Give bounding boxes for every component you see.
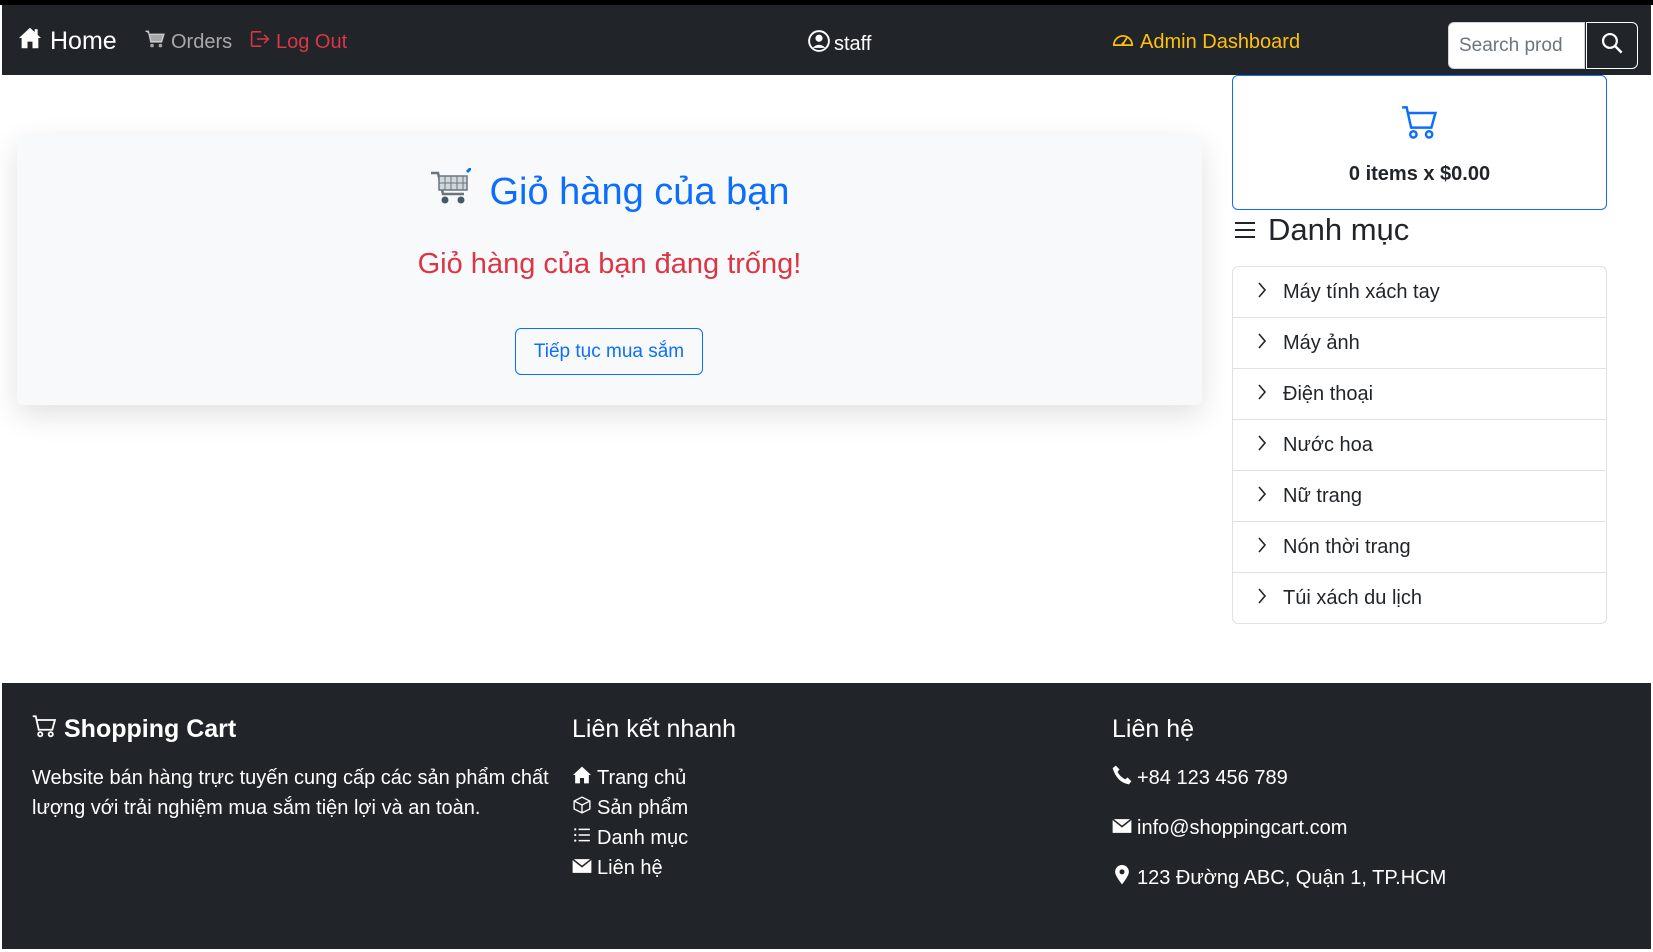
footer-links-column: Liên kết nhanh Trang chủ Sản phẩm Danh m… [572, 713, 1072, 883]
nav-home-link[interactable]: Home [18, 27, 117, 56]
footer-brand-column: Shopping Cart Website bán hàng trực tuyế… [32, 713, 552, 823]
footer-phone: +84 123 456 789 [1112, 763, 1632, 793]
categories-heading: Danh mục [1234, 212, 1409, 248]
category-item[interactable]: Máy ảnh [1233, 318, 1606, 369]
nav-orders-link[interactable]: Orders [145, 30, 232, 54]
continue-shopping-button[interactable]: Tiếp tục mua sắm [515, 328, 703, 375]
nav-logout-link[interactable]: Log Out [250, 30, 347, 54]
house-icon [572, 766, 592, 790]
footer-brand-heading: Shopping Cart [32, 713, 552, 745]
footer-link-label: Liên hệ [597, 856, 663, 879]
category-item[interactable]: Nữ trang [1233, 471, 1606, 522]
category-item[interactable]: Nước hoa [1233, 420, 1606, 471]
category-label: Nước hoa [1283, 433, 1373, 456]
list-icon [572, 826, 592, 850]
envelope-icon [1112, 817, 1132, 840]
cart-icon [145, 30, 165, 54]
footer-brand-description: Website bán hàng trực tuyến cung cấp các… [32, 767, 549, 819]
mini-cart-summary: 0 items x $0.00 [1348, 163, 1491, 185]
category-label: Túi xách du lịch [1283, 586, 1422, 609]
mini-cart-box[interactable]: 0 items x $0.00 [1232, 75, 1607, 210]
phone-icon [1112, 765, 1132, 791]
nav-admin-link[interactable]: Admin Dashboard [1112, 30, 1300, 54]
category-item[interactable]: Túi xách du lịch [1233, 573, 1606, 623]
map-pin-icon [1112, 865, 1132, 891]
cart-title-text: Giỏ hàng của bạn [489, 170, 790, 213]
footer-address: 123 Đường ABC, Quận 1, TP.HCM [1112, 863, 1632, 893]
box-icon [572, 796, 592, 820]
category-item[interactable]: Điện thoại [1233, 369, 1606, 420]
search-input[interactable]: Search prod [1448, 22, 1585, 69]
footer-address-text: 123 Đường ABC, Quận 1, TP.HCM [1137, 866, 1447, 889]
category-label: Máy ảnh [1283, 331, 1360, 354]
footer-links-list: Trang chủ Sản phẩm Danh mục Liên hệ [572, 763, 1072, 883]
search-button[interactable] [1586, 22, 1638, 69]
nav-orders-label: Orders [171, 30, 233, 53]
footer-link-categories[interactable]: Danh mục [572, 823, 1072, 853]
search-icon [1601, 32, 1623, 59]
footer-link-label: Sản phẩm [597, 796, 689, 819]
cart-title: Giỏ hàng của bạn [17, 166, 1202, 216]
categories-list: Máy tính xách tay Máy ảnh Điện thoại Nướ… [1232, 266, 1607, 624]
user-circle-icon [808, 30, 830, 58]
footer-email-text: info@shoppingcart.com [1137, 816, 1348, 839]
cart-card: Giỏ hàng của bạn Giỏ hàng của bạn đang t… [17, 135, 1202, 405]
category-label: Máy tính xách tay [1283, 280, 1440, 303]
footer-contact-heading: Liên hệ [1112, 714, 1195, 743]
chevron-right-icon [1257, 434, 1267, 457]
chevron-right-icon [1257, 281, 1267, 304]
category-label: Nữ trang [1283, 484, 1362, 507]
footer-link-products[interactable]: Sản phẩm [572, 793, 1072, 823]
envelope-icon [572, 857, 592, 880]
chevron-right-icon [1257, 383, 1267, 406]
footer-brand-title: Shopping Cart [64, 714, 237, 743]
logout-icon [250, 30, 270, 54]
navbar: Home Orders Log Out staff Admin Dashboar… [2, 5, 1651, 75]
speedometer-icon [1112, 30, 1134, 54]
cart-icon [32, 714, 57, 745]
nav-logout-label: Log Out [276, 30, 348, 53]
cart-icon [1401, 104, 1438, 145]
footer-link-contact[interactable]: Liên hệ [572, 853, 1072, 883]
chevron-right-icon [1257, 536, 1267, 559]
shopping-cart-emoji-icon [429, 166, 473, 216]
footer-link-label: Danh mục [597, 826, 689, 849]
footer-contact-list: +84 123 456 789 info@shoppingcart.com 12… [1112, 763, 1632, 893]
category-item[interactable]: Máy tính xách tay [1233, 267, 1606, 318]
footer-contact-column: Liên hệ +84 123 456 789 info@shoppingcar… [1112, 713, 1632, 913]
footer-phone-text: +84 123 456 789 [1137, 766, 1288, 789]
footer-links-heading: Liên kết nhanh [572, 714, 737, 743]
footer-link-home[interactable]: Trang chủ [572, 763, 1072, 793]
category-label: Điện thoại [1283, 382, 1374, 405]
nav-user-link[interactable]: staff [808, 30, 871, 58]
chevron-right-icon [1257, 332, 1267, 355]
cart-empty-message: Giỏ hàng của bạn đang trống! [417, 248, 802, 280]
nav-user-label: staff [834, 32, 872, 55]
categories-heading-text: Danh mục [1268, 212, 1410, 247]
nav-admin-label: Admin Dashboard [1140, 30, 1301, 53]
footer-email: info@shoppingcart.com [1112, 813, 1632, 843]
nav-home-label: Home [50, 27, 117, 55]
footer-link-label: Trang chủ [597, 766, 687, 789]
list-icon [1234, 212, 1256, 248]
house-icon [18, 27, 42, 56]
chevron-right-icon [1257, 485, 1267, 508]
category-item[interactable]: Nón thời trang [1233, 522, 1606, 573]
chevron-right-icon [1257, 587, 1267, 610]
category-label: Nón thời trang [1283, 535, 1411, 558]
footer: Shopping Cart Website bán hàng trực tuyế… [2, 683, 1651, 949]
